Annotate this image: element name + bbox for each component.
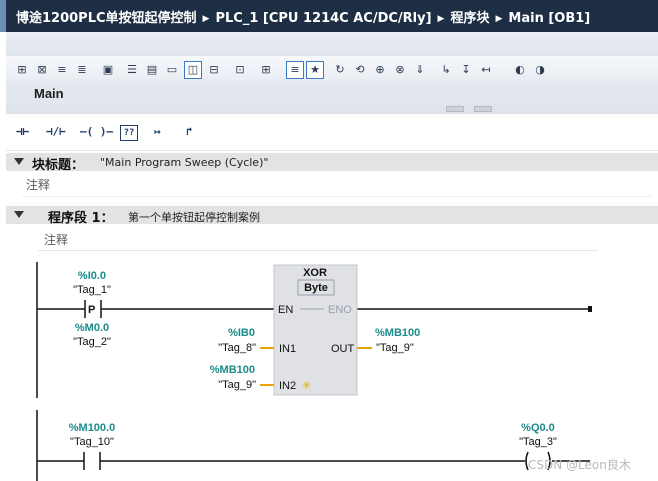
out-pin: OUT [331, 343, 355, 355]
out-address[interactable]: %MB100 [375, 327, 420, 339]
edge-memory-tag[interactable]: "Tag_2" [73, 336, 111, 348]
coil-tag[interactable]: "Tag_3" [519, 436, 557, 448]
in2-tag[interactable]: "Tag_9" [218, 379, 256, 391]
eno-pin: ENO [328, 304, 352, 316]
edge-memory-address[interactable]: %M0.0 [75, 322, 109, 334]
coil-address[interactable]: %Q0.0 [521, 422, 555, 434]
watermark: CSDN @Leon良木 [528, 458, 631, 472]
in1-tag[interactable]: "Tag_8" [218, 342, 256, 354]
contact2-tag[interactable]: "Tag_10" [70, 436, 114, 448]
xor-data-type[interactable]: Byte [304, 282, 328, 294]
positive-edge-contact[interactable]: P [84, 300, 102, 318]
out-tag[interactable]: "Tag_9" [376, 342, 414, 354]
xor-box[interactable]: XOR Byte EN ENO IN1 OUT IN2 ✳ [273, 264, 358, 396]
add-input-icon[interactable]: ✳ [302, 380, 311, 392]
in1-pin: IN1 [279, 343, 296, 355]
contact-address[interactable]: %I0.0 [78, 270, 106, 282]
xor-name: XOR [303, 267, 327, 279]
contact-tag[interactable]: "Tag_1" [73, 284, 111, 296]
ladder-network: P %I0.0 "Tag_1" %M0.0 "Tag_2" XOR Byte E… [36, 262, 592, 481]
in1-address[interactable]: %IB0 [228, 327, 255, 339]
in2-address[interactable]: %MB100 [210, 364, 255, 376]
edge-letter: P [88, 304, 95, 316]
en-pin: EN [278, 304, 293, 316]
no-contact[interactable] [83, 452, 101, 470]
contact2-address[interactable]: %M100.0 [69, 422, 115, 434]
in2-pin: IN2 [279, 380, 296, 392]
